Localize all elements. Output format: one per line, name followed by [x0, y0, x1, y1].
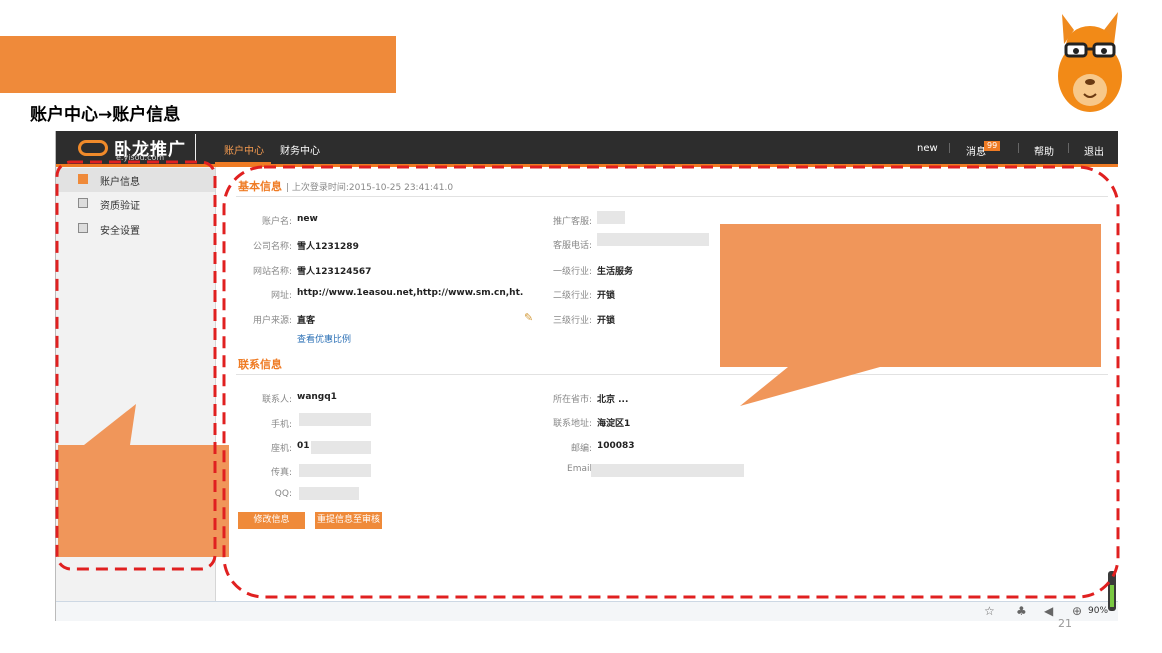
annotation-layer: [55, 160, 1120, 599]
callout-tail-right: [740, 367, 880, 406]
callout-box-right: [720, 224, 1101, 367]
callout-tail-left: [84, 404, 136, 445]
callout-box-left: [58, 445, 229, 557]
